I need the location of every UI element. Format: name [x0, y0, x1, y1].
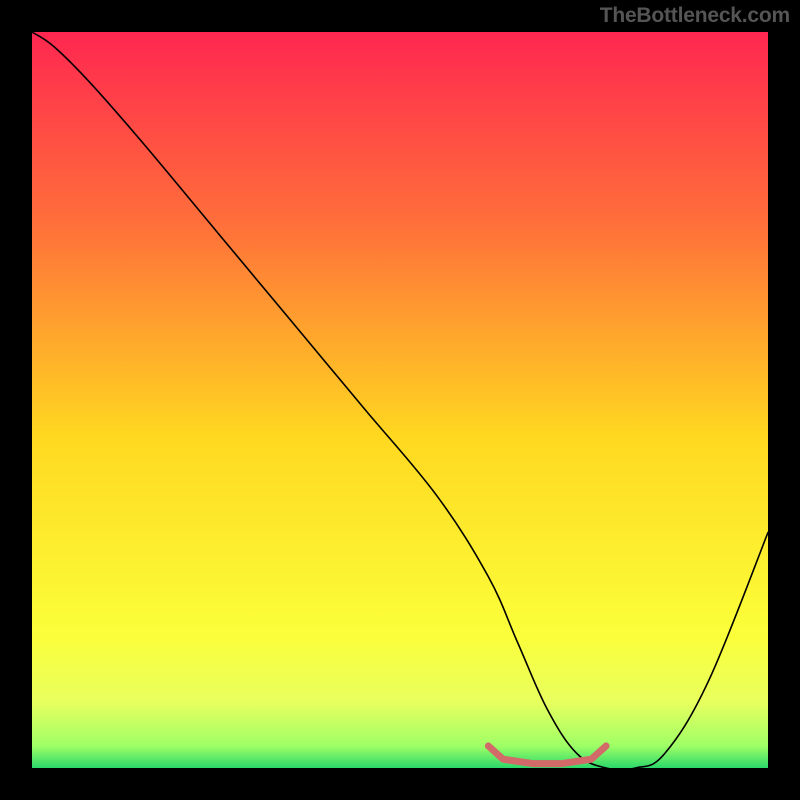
chart-container: TheBottleneck.com: [0, 0, 800, 800]
watermark-text: TheBottleneck.com: [600, 4, 790, 28]
plot-area: [32, 32, 768, 768]
bottleneck-chart: [32, 32, 768, 768]
